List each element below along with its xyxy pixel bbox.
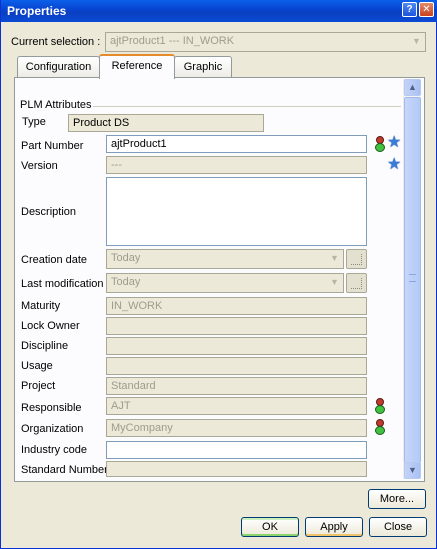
scroll-thumb[interactable]	[404, 97, 421, 463]
creation-date-label: Creation date	[21, 254, 88, 266]
responsible-label: Responsible	[21, 402, 82, 414]
discipline-label: Discipline	[21, 340, 69, 352]
status-lamp-icon[interactable]	[374, 136, 386, 152]
standard-number-field	[106, 461, 367, 477]
current-selection-combo[interactable]: ajtProduct1 --- IN_WORK ▼	[105, 32, 426, 52]
status-lamp-icon[interactable]	[374, 398, 386, 414]
part-number-label: Part Number	[21, 140, 84, 152]
part-number-input[interactable]: ajtProduct1	[106, 135, 367, 153]
usage-field	[106, 357, 367, 375]
organization-field: MyCompany	[106, 419, 367, 437]
favorite-star-icon[interactable]: ★	[387, 157, 401, 173]
lock-owner-field	[106, 317, 367, 335]
favorite-star-icon[interactable]: ★	[387, 135, 401, 151]
industry-code-input[interactable]	[106, 441, 367, 459]
current-selection-value: ajtProduct1 --- IN_WORK	[110, 35, 235, 47]
tab-reference[interactable]: Reference	[99, 54, 175, 79]
type-field: Product DS	[68, 114, 264, 132]
version-field: ---	[106, 156, 367, 174]
chevron-down-icon: ▼	[330, 277, 339, 287]
tab-graphic[interactable]: Graphic	[174, 56, 232, 78]
responsible-field: AJT	[106, 397, 367, 415]
title-bar[interactable]: Properties ? ✕	[1, 0, 437, 22]
project-field: Standard	[106, 377, 367, 395]
close-window-button[interactable]: ✕	[419, 2, 434, 17]
help-button[interactable]: ?	[402, 2, 417, 17]
discipline-field	[106, 337, 367, 355]
date-picker-button	[346, 273, 367, 293]
usage-label: Usage	[21, 360, 53, 372]
maturity-label: Maturity	[21, 300, 61, 312]
date-picker-button	[346, 249, 367, 269]
apply-button[interactable]: Apply	[305, 517, 363, 537]
project-label: Project	[21, 380, 56, 392]
chevron-down-icon: ▼	[330, 253, 339, 263]
scroll-down-icon[interactable]: ▼	[404, 462, 421, 479]
creation-date-combo: Today ▼	[106, 249, 344, 269]
scroll-up-icon[interactable]: ▲	[404, 79, 421, 96]
current-selection-label: Current selection :	[11, 36, 101, 48]
description-textarea[interactable]	[106, 177, 367, 246]
industry-code-label: Industry code	[21, 444, 88, 456]
version-label: Version	[21, 160, 58, 172]
tab-configuration[interactable]: Configuration	[17, 56, 100, 78]
section-title: PLM Attributes	[20, 99, 92, 111]
status-lamp-icon[interactable]	[374, 419, 386, 435]
section-divider	[93, 106, 401, 107]
properties-dialog: Properties ? ✕ Current selection : ajtPr…	[0, 0, 437, 549]
standard-number-label: Standard Number	[21, 464, 108, 476]
type-label: Type	[22, 116, 46, 128]
last-modification-combo: Today ▼	[106, 273, 344, 293]
organization-label: Organization	[21, 423, 84, 435]
lock-owner-label: Lock Owner	[21, 320, 80, 332]
ok-button[interactable]: OK	[241, 517, 299, 537]
chevron-down-icon[interactable]: ▼	[409, 34, 424, 50]
dialog-title: Properties	[7, 4, 67, 18]
vertical-scrollbar[interactable]: ▲ ▼	[403, 79, 421, 479]
maturity-field: IN_WORK	[106, 297, 367, 315]
last-modification-label: Last modification	[21, 278, 104, 290]
more-button[interactable]: More...	[368, 489, 426, 509]
description-label: Description	[21, 206, 77, 218]
close-button[interactable]: Close	[369, 517, 427, 537]
